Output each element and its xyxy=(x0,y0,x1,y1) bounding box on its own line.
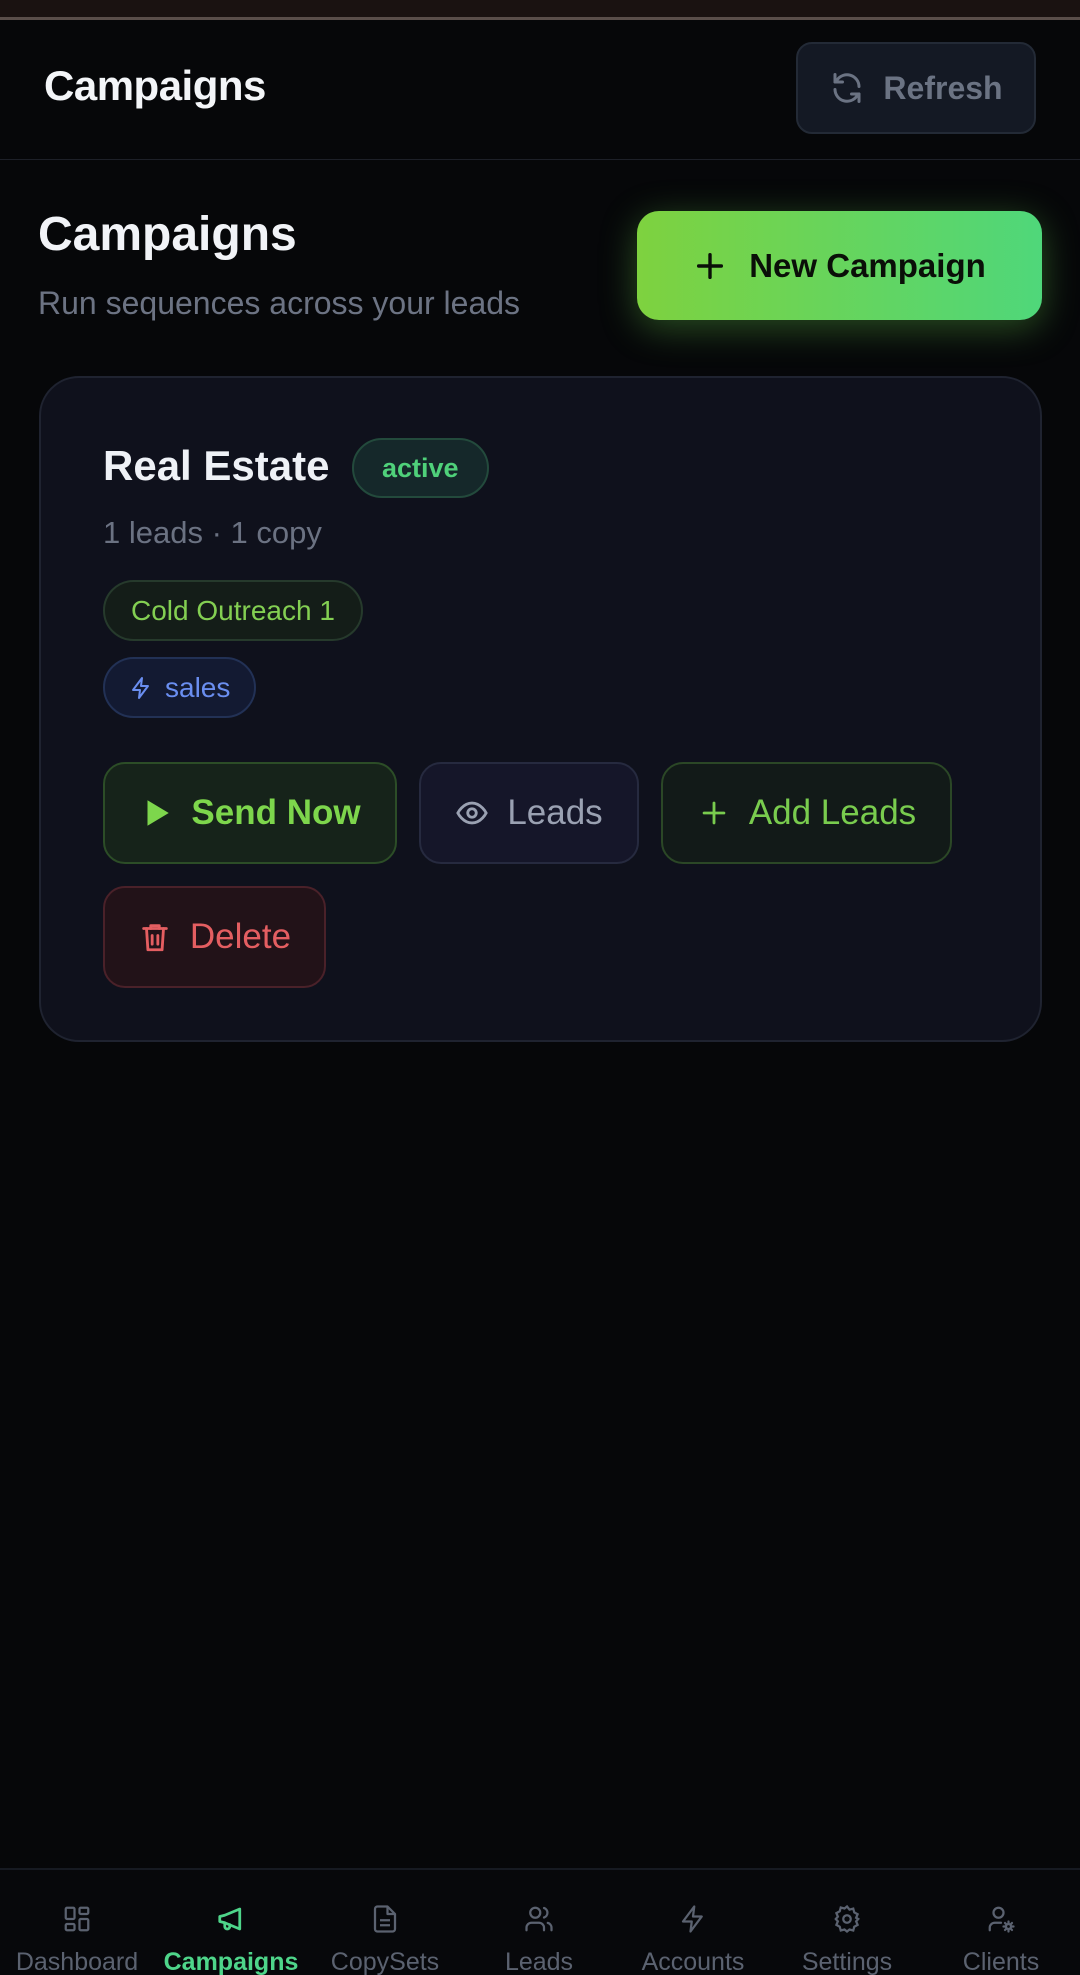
nav-item-leads[interactable]: Leads xyxy=(462,1870,616,1975)
dashboard-icon xyxy=(64,1906,90,1932)
plus-icon xyxy=(702,801,726,825)
user-gear-icon xyxy=(988,1906,1015,1933)
gear-icon xyxy=(834,1904,861,1933)
campaign-meta: 1 leads · 1 copy xyxy=(103,515,322,550)
nav-label: Leads xyxy=(504,1948,574,1975)
nav-label: Campaigns xyxy=(163,1948,299,1975)
nav-label: Dashboard xyxy=(15,1948,139,1975)
nav-item-dashboard[interactable]: Dashboard xyxy=(0,1870,154,1975)
nav-item-accounts[interactable]: Accounts xyxy=(616,1870,770,1975)
document-icon xyxy=(373,1905,397,1933)
play-icon xyxy=(147,800,170,826)
campaign-card: Real Estate active 1 leads · 1 copy Cold… xyxy=(39,376,1042,1042)
plus-icon xyxy=(697,252,724,279)
page-title: Campaigns xyxy=(38,208,297,261)
trash-icon xyxy=(142,924,168,952)
send-now-button[interactable]: Send Now xyxy=(103,762,397,864)
add-leads-label: Add Leads xyxy=(748,793,917,832)
new-campaign-button[interactable]: New Campaign xyxy=(637,211,1042,320)
refresh-icon xyxy=(833,73,861,103)
nav-item-campaigns[interactable]: Campaigns xyxy=(154,1870,308,1975)
send-now-label: Send Now xyxy=(191,793,361,832)
account-tag-label: sales xyxy=(165,671,231,703)
header-title: Campaigns xyxy=(44,62,266,109)
refresh-button[interactable]: Refresh xyxy=(796,42,1036,134)
copyset-tag: Cold Outreach 1 xyxy=(103,580,363,641)
page-subtitle: Run sequences across your leads xyxy=(38,285,521,321)
lightning-icon xyxy=(681,1905,703,1933)
new-campaign-label: New Campaign xyxy=(749,246,986,284)
app-header: Campaigns Refresh xyxy=(0,20,1080,160)
status-strip xyxy=(0,0,1080,20)
account-tag: sales xyxy=(103,657,257,718)
users-icon xyxy=(525,1906,553,1932)
nav-label: Clients xyxy=(962,1948,1040,1975)
nav-label: CopySets xyxy=(330,1948,440,1975)
view-leads-label: Leads xyxy=(507,793,603,832)
status-badge: active xyxy=(352,438,489,498)
megaphone-icon xyxy=(218,1907,242,1931)
campaign-name: Real Estate xyxy=(103,442,330,489)
nav-item-settings[interactable]: Settings xyxy=(770,1870,924,1975)
delete-label: Delete xyxy=(189,917,292,956)
add-leads-button[interactable]: Add Leads xyxy=(661,762,952,864)
view-leads-button[interactable]: Leads xyxy=(419,762,639,864)
lightning-icon xyxy=(132,676,149,699)
refresh-label: Refresh xyxy=(883,69,1003,106)
eye-icon xyxy=(456,801,489,825)
nav-item-clients[interactable]: Clients xyxy=(924,1870,1078,1975)
bottom-nav: Dashboard Campaigns CopySets Leads Accou… xyxy=(0,1868,1080,1975)
nav-label: Accounts xyxy=(641,1948,745,1975)
nav-label: Settings xyxy=(801,1948,893,1975)
delete-button[interactable]: Delete xyxy=(103,886,326,988)
nav-item-copysets[interactable]: CopySets xyxy=(308,1870,462,1975)
